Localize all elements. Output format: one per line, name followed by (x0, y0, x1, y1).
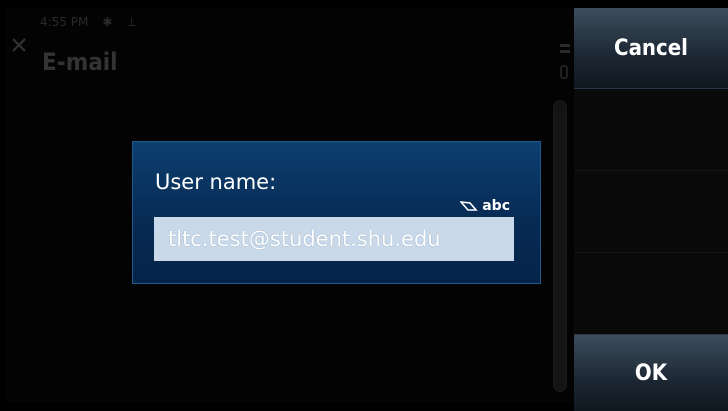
ok-button[interactable]: OK (574, 334, 728, 411)
username-input[interactable]: tltc.test@student.shu.edu (154, 217, 514, 261)
status-bar: 4:55 PM ✱ ⊥ (40, 14, 137, 30)
bluetooth-icon: ✱ (102, 15, 113, 29)
input-mode-text: abc (482, 198, 510, 214)
scroll-grip-icon (560, 44, 570, 79)
divider (574, 170, 728, 171)
cancel-button[interactable]: Cancel (574, 8, 728, 89)
pencil-icon (460, 201, 478, 211)
softkey-panel: Cancel OK (574, 8, 728, 411)
status-time: 4:55 PM (40, 15, 89, 29)
close-icon[interactable] (10, 36, 28, 54)
usb-icon: ⊥ (126, 15, 137, 29)
scrollbar[interactable] (553, 100, 567, 392)
username-dialog: User name: abc tltc.test@student.shu.edu (132, 141, 541, 284)
input-mode-indicator[interactable]: abc (460, 198, 510, 214)
page-title: E-mail (42, 48, 118, 76)
divider (574, 252, 728, 253)
username-label: User name: (155, 170, 277, 194)
